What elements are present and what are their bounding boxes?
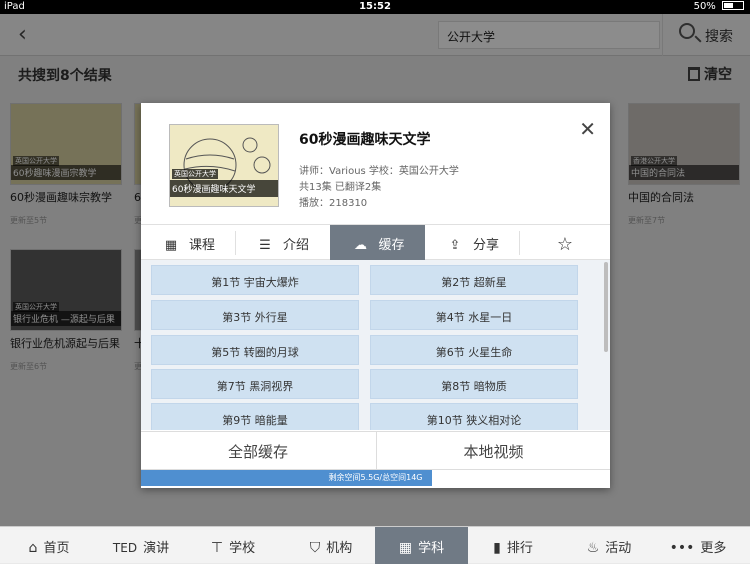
tab-event[interactable]: ♨ 活动 — [574, 527, 644, 564]
tab-more[interactable]: ••• 更多 — [662, 527, 734, 564]
course-title: 60秒漫画趣味天文学 — [299, 132, 431, 148]
episode-item[interactable]: 第3节 外行星 — [151, 300, 359, 330]
battery-indicator: 50% — [694, 1, 744, 12]
tab-rank-label: 排行 — [506, 541, 533, 556]
episode-item[interactable]: 第6节 火星生命 — [370, 335, 578, 365]
school-icon: ⊤ — [210, 540, 224, 556]
close-button[interactable]: ✕ — [579, 117, 596, 141]
course-lecturer: 讲师：Various 学校：英国公开大学 — [299, 166, 459, 177]
modal-tabs: ▦ 课程 ☰ 介绍 ☁ 缓存 ⇪ 分享 ☆ — [141, 224, 610, 260]
tab-school-label: 学校 — [229, 541, 256, 556]
storage-text: 剩余空间5.5G/总空间14G — [328, 473, 423, 482]
bottom-tab-bar: ⌂ 首页 TED 演讲 ⊤ 学校 ⛉ 机构 ▦ 学科 ▮ 排行 ♨ 活动 ••• 更多 — [0, 526, 750, 564]
tab-ted-label: 演讲 — [143, 541, 170, 556]
storage-bar: 剩余空间5.5G/总空间14G — [141, 469, 610, 486]
episode-item[interactable]: 第2节 超新星 — [370, 265, 578, 295]
cache-all-button[interactable]: 全部缓存 — [141, 432, 375, 470]
scrollbar[interactable] — [604, 262, 608, 352]
tab-more-label: 更多 — [700, 541, 727, 556]
tab-org[interactable]: ⛉ 机构 — [296, 527, 366, 564]
tab-rank[interactable]: ▮ 排行 — [478, 527, 548, 564]
tab-school[interactable]: ⊤ 学校 — [198, 527, 268, 564]
tab-share-label: 分享 — [472, 238, 499, 253]
tab-intro[interactable]: ☰ 介绍 — [236, 225, 328, 260]
tab-intro-label: 介绍 — [282, 238, 309, 253]
episode-item[interactable]: 第7节 黑洞视界 — [151, 369, 359, 399]
favorite-button[interactable]: ☆ — [520, 225, 610, 260]
tab-course[interactable]: ▦ 课程 — [141, 225, 235, 260]
home-icon: ⌂ — [28, 540, 38, 556]
share-icon: ⇪ — [449, 238, 461, 253]
status-time: 15:52 — [359, 1, 391, 12]
tab-cache[interactable]: ☁ 缓存 — [330, 225, 425, 260]
episode-item[interactable]: 第9节 暗能量 — [151, 403, 359, 430]
calendar-icon: ▦ — [164, 238, 178, 253]
tab-home[interactable]: ⌂ 首页 — [14, 527, 84, 564]
course-thumbnail-tag: 英国公开大学 — [172, 169, 218, 179]
course-thumbnail-caption: 60秒漫画趣味天文学 — [170, 180, 278, 197]
star-icon: ☆ — [556, 234, 574, 255]
course-episodes-info: 共13集 已翻译2集 — [299, 182, 382, 193]
battery-icon — [722, 1, 744, 10]
tab-share[interactable]: ⇪ 分享 — [425, 225, 519, 260]
episode-item[interactable]: 第4节 水星一日 — [370, 300, 578, 330]
battery-percent: 50% — [693, 1, 716, 12]
tab-subject[interactable]: ▦ 学科 — [375, 527, 468, 564]
list-icon: ☰ — [259, 238, 271, 253]
ted-icon: TED — [112, 541, 138, 555]
tab-cache-label: 缓存 — [378, 238, 405, 253]
status-bar: iPad 15:52 50% — [0, 0, 750, 14]
tab-org-label: 机构 — [326, 541, 353, 556]
course-thumbnail: 英国公开大学 60秒漫画趣味天文学 — [169, 124, 279, 207]
tab-event-label: 活动 — [605, 541, 632, 556]
episode-item[interactable]: 第1节 宇宙大爆炸 — [151, 265, 359, 295]
tab-course-label: 课程 — [188, 238, 215, 253]
episode-item[interactable]: 第8节 暗物质 — [370, 369, 578, 399]
tab-subject-label: 学科 — [418, 541, 445, 556]
episode-item[interactable]: 第5节 转圈的月球 — [151, 335, 359, 365]
local-video-button[interactable]: 本地视频 — [376, 432, 610, 470]
bar-chart-icon: ▮ — [493, 540, 501, 556]
close-icon: ✕ — [579, 117, 596, 141]
modal-actions: 全部缓存 本地视频 — [141, 431, 610, 470]
episode-item[interactable]: 第10节 狭义相对论 — [370, 403, 578, 430]
course-plays: 播放：218310 — [299, 198, 368, 209]
tab-ted[interactable]: TED 演讲 — [104, 527, 178, 564]
more-icon: ••• — [669, 540, 695, 556]
tab-home-label: 首页 — [43, 541, 70, 556]
shield-icon: ⛉ — [309, 540, 321, 556]
course-detail-modal: 英国公开大学 60秒漫画趣味天文学 60秒漫画趣味天文学 ✕ 讲师：Variou… — [141, 103, 610, 488]
cloud-download-icon: ☁ — [353, 238, 367, 253]
flame-icon: ♨ — [586, 540, 600, 556]
grid-icon: ▦ — [398, 540, 413, 556]
episode-list[interactable]: 第1节 宇宙大爆炸 第2节 超新星 第3节 外行星 第4节 水星一日 第5节 转… — [141, 260, 610, 430]
